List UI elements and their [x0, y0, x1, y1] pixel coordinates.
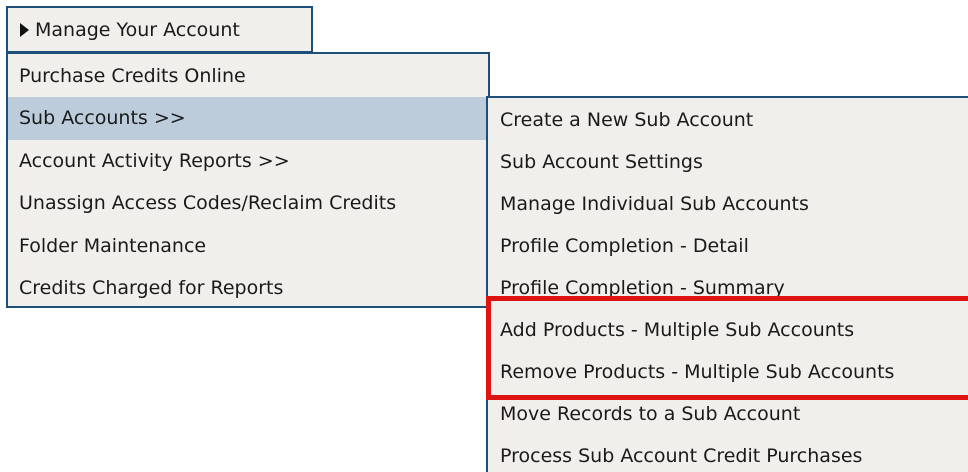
- triangle-right-icon: [20, 22, 29, 37]
- menu-item-purchase-credits[interactable]: Purchase Credits Online: [8, 55, 488, 97]
- manage-account-label: Manage Your Account: [35, 18, 240, 41]
- menu-item-folder-maintenance[interactable]: Folder Maintenance: [8, 225, 488, 267]
- submenu-item-add-products[interactable]: Add Products - Multiple Sub Accounts: [488, 309, 968, 351]
- account-menu: Purchase Credits Online Sub Accounts >> …: [6, 52, 490, 308]
- submenu-item-remove-products[interactable]: Remove Products - Multiple Sub Accounts: [488, 351, 968, 393]
- sub-accounts-submenu: Create a New Sub Account Sub Account Set…: [486, 96, 968, 472]
- menu-item-unassign-access-codes[interactable]: Unassign Access Codes/Reclaim Credits: [8, 182, 488, 224]
- menu-item-sub-accounts[interactable]: Sub Accounts >>: [8, 97, 488, 140]
- submenu-item-sub-account-settings[interactable]: Sub Account Settings: [488, 141, 968, 183]
- submenu-item-profile-detail[interactable]: Profile Completion - Detail: [488, 225, 968, 267]
- menu-item-account-activity-reports[interactable]: Account Activity Reports >>: [8, 140, 488, 182]
- submenu-item-process-credit-purchases[interactable]: Process Sub Account Credit Purchases: [488, 435, 968, 472]
- menu-item-credits-charged[interactable]: Credits Charged for Reports: [8, 267, 488, 309]
- submenu-item-move-records[interactable]: Move Records to a Sub Account: [488, 393, 968, 435]
- manage-account-tab[interactable]: Manage Your Account: [6, 6, 313, 53]
- submenu-item-create-sub-account[interactable]: Create a New Sub Account: [488, 99, 968, 141]
- submenu-item-manage-individual[interactable]: Manage Individual Sub Accounts: [488, 183, 968, 225]
- submenu-item-profile-summary[interactable]: Profile Completion - Summary: [488, 267, 968, 309]
